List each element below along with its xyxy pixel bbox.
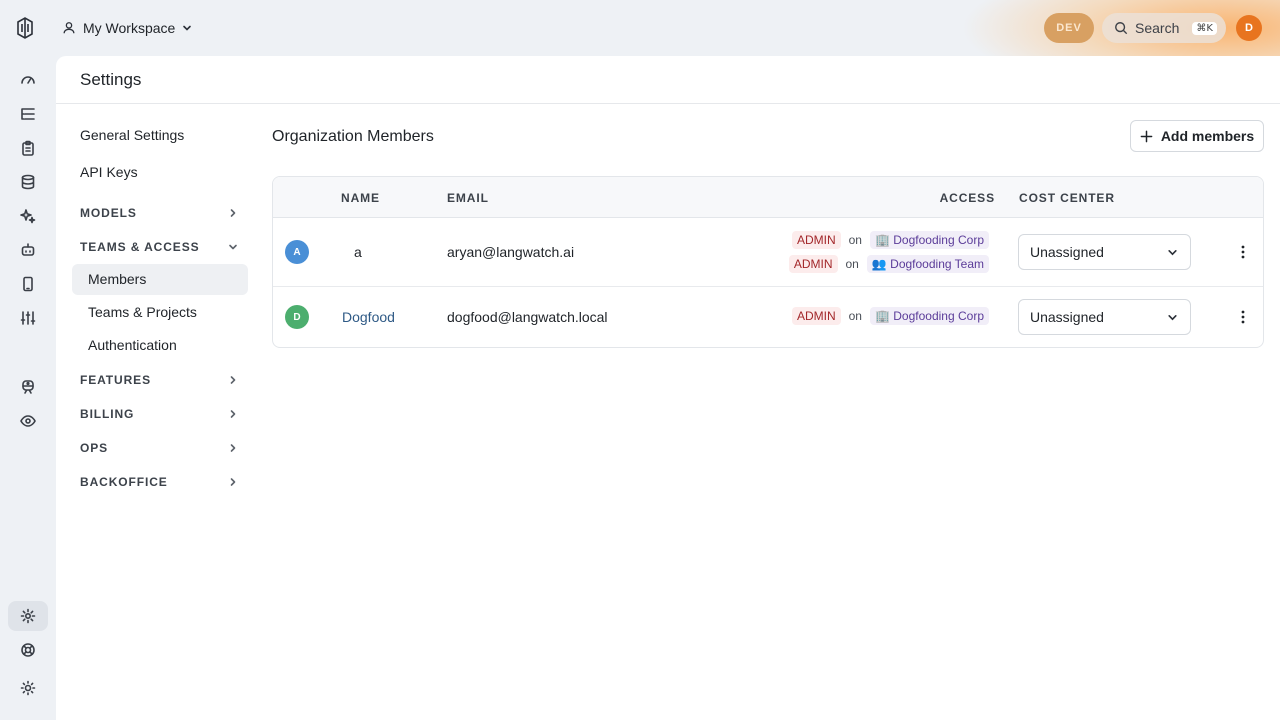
section-title: Organization Members [272, 128, 434, 146]
table-header: NAME EMAIL ACCESS COST CENTER [273, 177, 1263, 218]
scope-label: Dogfooding Team [890, 257, 984, 271]
header-access: ACCESS [939, 191, 995, 205]
scope-badge: 🏢 Dogfooding Corp [869, 307, 989, 325]
train-icon[interactable] [8, 372, 48, 402]
avatar: D [285, 305, 309, 329]
nav-section-billing[interactable]: BILLING [72, 397, 248, 431]
workspace-label: My Workspace [83, 20, 176, 36]
main-panel: Settings General Settings API Keys MODEL… [56, 56, 1280, 720]
phone-icon[interactable] [8, 269, 48, 299]
nav-section-models[interactable]: MODELS [72, 196, 248, 230]
nav-section-label: FEATURES [80, 373, 151, 387]
chevron-right-icon [230, 376, 236, 384]
scope-label: Dogfooding Corp [893, 309, 984, 323]
cost-center-value: Unassigned [1030, 244, 1104, 260]
section-title-text: Organization Members [272, 128, 434, 145]
user-icon [63, 22, 75, 34]
lifebuoy-icon[interactable] [8, 635, 48, 665]
header-cost-center: COST CENTER [1019, 191, 1115, 205]
access-entry: ADMIN on 👥 Dogfooding Team [788, 255, 989, 273]
role-badge: ADMIN [791, 307, 841, 325]
nav-authentication[interactable]: Authentication [72, 330, 248, 361]
building-icon: 🏢 [874, 309, 890, 323]
bot-icon[interactable] [8, 235, 48, 265]
nav-section-backoffice[interactable]: BACKOFFICE [72, 465, 248, 499]
database-icon[interactable] [8, 167, 48, 197]
add-members-label: Add members [1160, 128, 1255, 144]
env-badge: DEV [1044, 13, 1094, 43]
access-on-label: on [845, 257, 859, 271]
nav-members[interactable]: Members [72, 264, 248, 295]
chevron-right-icon [230, 444, 236, 452]
top-bar: My Workspace DEV Search ⌘K D [0, 0, 1280, 56]
scope-badge: 🏢 Dogfooding Corp [869, 231, 989, 249]
settings-nav: General Settings API Keys MODELS TEAMS &… [72, 122, 248, 499]
table-row: A a aryan@langwatch.ai ADMIN on 🏢 Dogfoo… [273, 218, 1263, 287]
access-entry: ADMIN on 🏢 Dogfooding Corp [791, 307, 989, 325]
nav-section-label: OPS [80, 441, 109, 455]
scope-badge: 👥 Dogfooding Team [866, 255, 989, 273]
header-name: NAME [341, 191, 380, 205]
row-menu-icon[interactable] [1231, 240, 1255, 264]
list-tree-icon[interactable] [8, 99, 48, 129]
people-icon: 👥 [871, 257, 887, 271]
workspace-selector[interactable]: My Workspace [62, 17, 192, 39]
chevron-down-icon [229, 244, 237, 250]
nav-api-keys[interactable]: API Keys [72, 159, 248, 189]
nav-section-label: BILLING [80, 407, 135, 421]
search-label: Search [1135, 20, 1180, 36]
member-name[interactable]: Dogfood [342, 309, 395, 325]
plus-icon [1140, 130, 1153, 142]
members-table: NAME EMAIL ACCESS COST CENTER A a aryan@… [272, 176, 1264, 348]
member-email: dogfood@langwatch.local [447, 309, 608, 325]
gauge-icon[interactable] [8, 65, 48, 95]
chevron-down-icon [183, 25, 192, 31]
cost-center-value: Unassigned [1030, 309, 1104, 325]
role-badge: ADMIN [791, 231, 841, 249]
chevron-down-icon [1168, 314, 1177, 320]
nav-section-label: TEAMS & ACCESS [80, 240, 200, 254]
chevron-down-icon [1168, 249, 1177, 255]
chevron-right-icon [230, 410, 236, 418]
table-row: D Dogfood dogfood@langwatch.local ADMIN … [273, 287, 1263, 347]
chevron-right-icon [230, 209, 236, 217]
page-title: Settings [56, 56, 1280, 104]
avatar: A [285, 240, 309, 264]
nav-teams-projects[interactable]: Teams & Projects [72, 297, 248, 328]
add-members-button[interactable]: Add members [1130, 120, 1264, 152]
search-icon [1115, 22, 1128, 35]
sun-icon[interactable] [8, 673, 48, 703]
nav-section-teams-access[interactable]: TEAMS & ACCESS [72, 230, 248, 264]
chevron-right-icon [230, 478, 236, 486]
member-name[interactable]: a [354, 244, 362, 260]
sliders-icon[interactable] [8, 303, 48, 333]
member-email: aryan@langwatch.ai [447, 244, 575, 260]
nav-section-features[interactable]: FEATURES [72, 363, 248, 397]
building-icon: 🏢 [874, 233, 890, 247]
nav-section-label: BACKOFFICE [80, 475, 168, 489]
cost-center-select[interactable]: Unassigned [1018, 234, 1191, 270]
access-on-label: on [848, 309, 862, 323]
scope-label: Dogfooding Corp [893, 233, 984, 247]
eye-icon[interactable] [8, 406, 48, 436]
cost-center-select[interactable]: Unassigned [1018, 299, 1191, 335]
sparkles-icon[interactable] [8, 201, 48, 231]
row-menu-icon[interactable] [1231, 305, 1255, 329]
header-email: EMAIL [447, 191, 489, 205]
role-badge: ADMIN [788, 255, 838, 273]
user-avatar[interactable]: D [1236, 15, 1262, 41]
nav-general-settings[interactable]: General Settings [72, 122, 248, 152]
langwatch-logo-icon[interactable] [14, 16, 36, 40]
nav-section-label: MODELS [80, 206, 137, 220]
search-shortcut: ⌘K [1192, 21, 1217, 35]
access-entry: ADMIN on 🏢 Dogfooding Corp [791, 231, 989, 249]
nav-section-ops[interactable]: OPS [72, 431, 248, 465]
search-button[interactable]: Search ⌘K [1102, 13, 1226, 43]
clipboard-icon[interactable] [8, 133, 48, 163]
settings-icon[interactable] [8, 601, 48, 631]
access-on-label: on [848, 233, 862, 247]
